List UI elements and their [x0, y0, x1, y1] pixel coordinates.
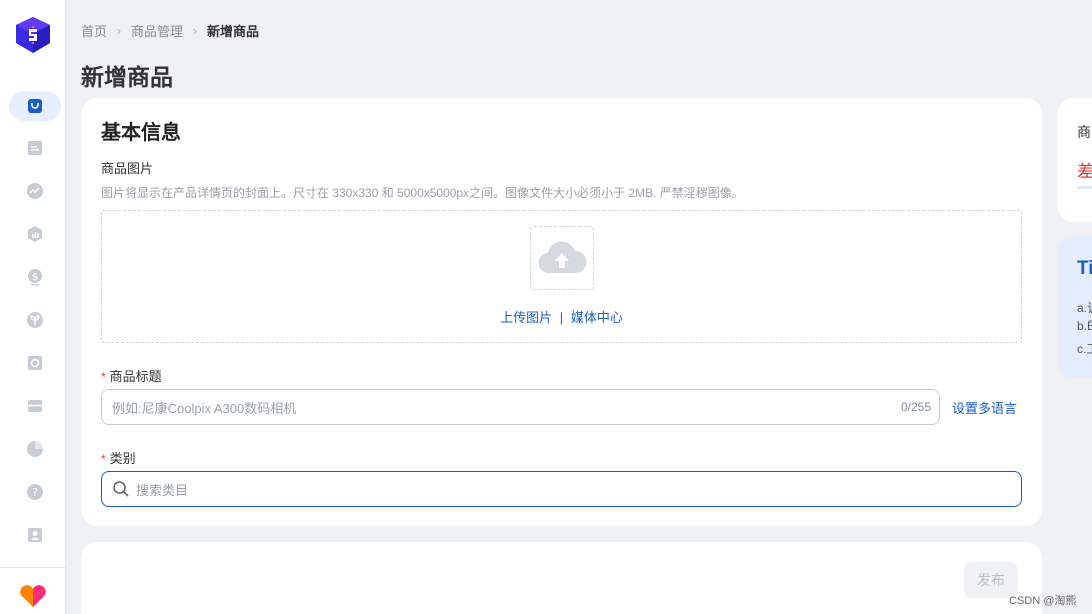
tips-item-c: c.工 [1077, 342, 1092, 356]
promotion-icon [28, 356, 42, 370]
search-icon [113, 481, 129, 497]
store-icon [27, 400, 43, 412]
analytics-icon [28, 226, 42, 242]
nav-item-account[interactable] [9, 520, 61, 550]
actions-card: 发布 [81, 542, 1042, 614]
required-mark: * [101, 452, 106, 466]
category-label-text: 类别 [109, 451, 136, 466]
nav-item-report[interactable] [9, 434, 61, 464]
category-search-placeholder: 搜索类目 [136, 482, 189, 498]
report-icon [27, 441, 43, 457]
link-separator: | [559, 310, 564, 325]
nav-item-help[interactable]: ? [9, 477, 61, 507]
image-upload-area[interactable]: 上传图片 | 媒体中心 [101, 210, 1022, 343]
tips-item-a: a.该 [1077, 301, 1092, 315]
cloud-upload-icon [538, 241, 587, 274]
multi-language-link[interactable]: 设置多语言 [952, 398, 1017, 417]
nav-item-growth[interactable] [9, 305, 61, 335]
score-progress-bar [1077, 186, 1092, 189]
breadcrumb: 首页 › 商品管理 › 新增商品 [81, 21, 259, 40]
chevron-right-icon: › [117, 23, 122, 38]
app-logo-icon[interactable] [12, 14, 54, 56]
upload-links: 上传图片 | 媒体中心 [102, 307, 1021, 326]
help-icon: ? [27, 484, 43, 500]
sidebar-divider [0, 567, 66, 568]
required-mark: * [101, 370, 106, 384]
shop-bag-icon [28, 99, 42, 113]
category-search-input[interactable]: 搜索类目 [101, 471, 1022, 507]
product-title-label: * 商品标题 [101, 366, 162, 385]
sidebar: $ ? [0, 0, 66, 614]
upload-image-link[interactable]: 上传图片 [500, 310, 552, 325]
image-label: 商品图片 [101, 161, 154, 176]
svg-text:$: $ [32, 272, 38, 283]
basic-info-card: 基本信息 商品图片 图片将显示在产品详情页的封面上。尺寸在 330x330 和 … [81, 98, 1042, 526]
nav-item-products[interactable] [9, 91, 61, 121]
account-icon [28, 528, 42, 542]
product-title-placeholder: 例如:尼康Coolpix A300数码相机 [112, 400, 297, 416]
breadcrumb-product-management[interactable]: 商品管理 [131, 21, 183, 40]
product-title-input[interactable]: 例如:尼康Coolpix A300数码相机 0/255 [101, 389, 940, 425]
page-title: 新增商品 [81, 64, 173, 90]
tips-title: Ti [1077, 258, 1092, 279]
character-count: 0/255 [900, 400, 931, 414]
product-title-label-text: 商品标题 [109, 369, 162, 384]
breadcrumb-home[interactable]: 首页 [81, 21, 107, 40]
category-label: * 类别 [101, 448, 136, 467]
breadcrumb-current: 新增商品 [207, 24, 260, 39]
nav-item-marketing[interactable] [9, 176, 61, 206]
product-score-card: 商 差 [1057, 98, 1092, 222]
score-card-status: 差 [1077, 162, 1092, 181]
section-title: 基本信息 [101, 122, 181, 144]
chevron-right-icon: › [193, 23, 198, 38]
product-list-icon [28, 141, 42, 155]
tips-item-b: b.Ë [1077, 319, 1092, 333]
tips-card: Ti a.该 b.Ë c.工 [1057, 236, 1092, 378]
brand-heart-icon[interactable] [19, 584, 47, 608]
score-card-title: 商 [1077, 124, 1091, 140]
upload-button[interactable] [530, 226, 594, 290]
growth-icon [27, 312, 43, 328]
media-center-link[interactable]: 媒体中心 [571, 310, 623, 325]
nav-item-finance[interactable]: $ [9, 262, 61, 292]
nav-item-orders[interactable] [9, 133, 61, 163]
nav-item-data[interactable] [9, 219, 61, 249]
nav-item-promotion[interactable] [9, 348, 61, 378]
trend-icon [27, 183, 43, 199]
watermark: CSDN @淘熊 [1009, 595, 1077, 607]
svg-text:?: ? [32, 486, 38, 499]
image-hint: 图片将显示在产品详情页的封面上。尺寸在 330x330 和 5000x5000p… [101, 186, 744, 200]
nav-item-store[interactable] [9, 391, 61, 421]
finance-icon: $ [28, 269, 42, 286]
